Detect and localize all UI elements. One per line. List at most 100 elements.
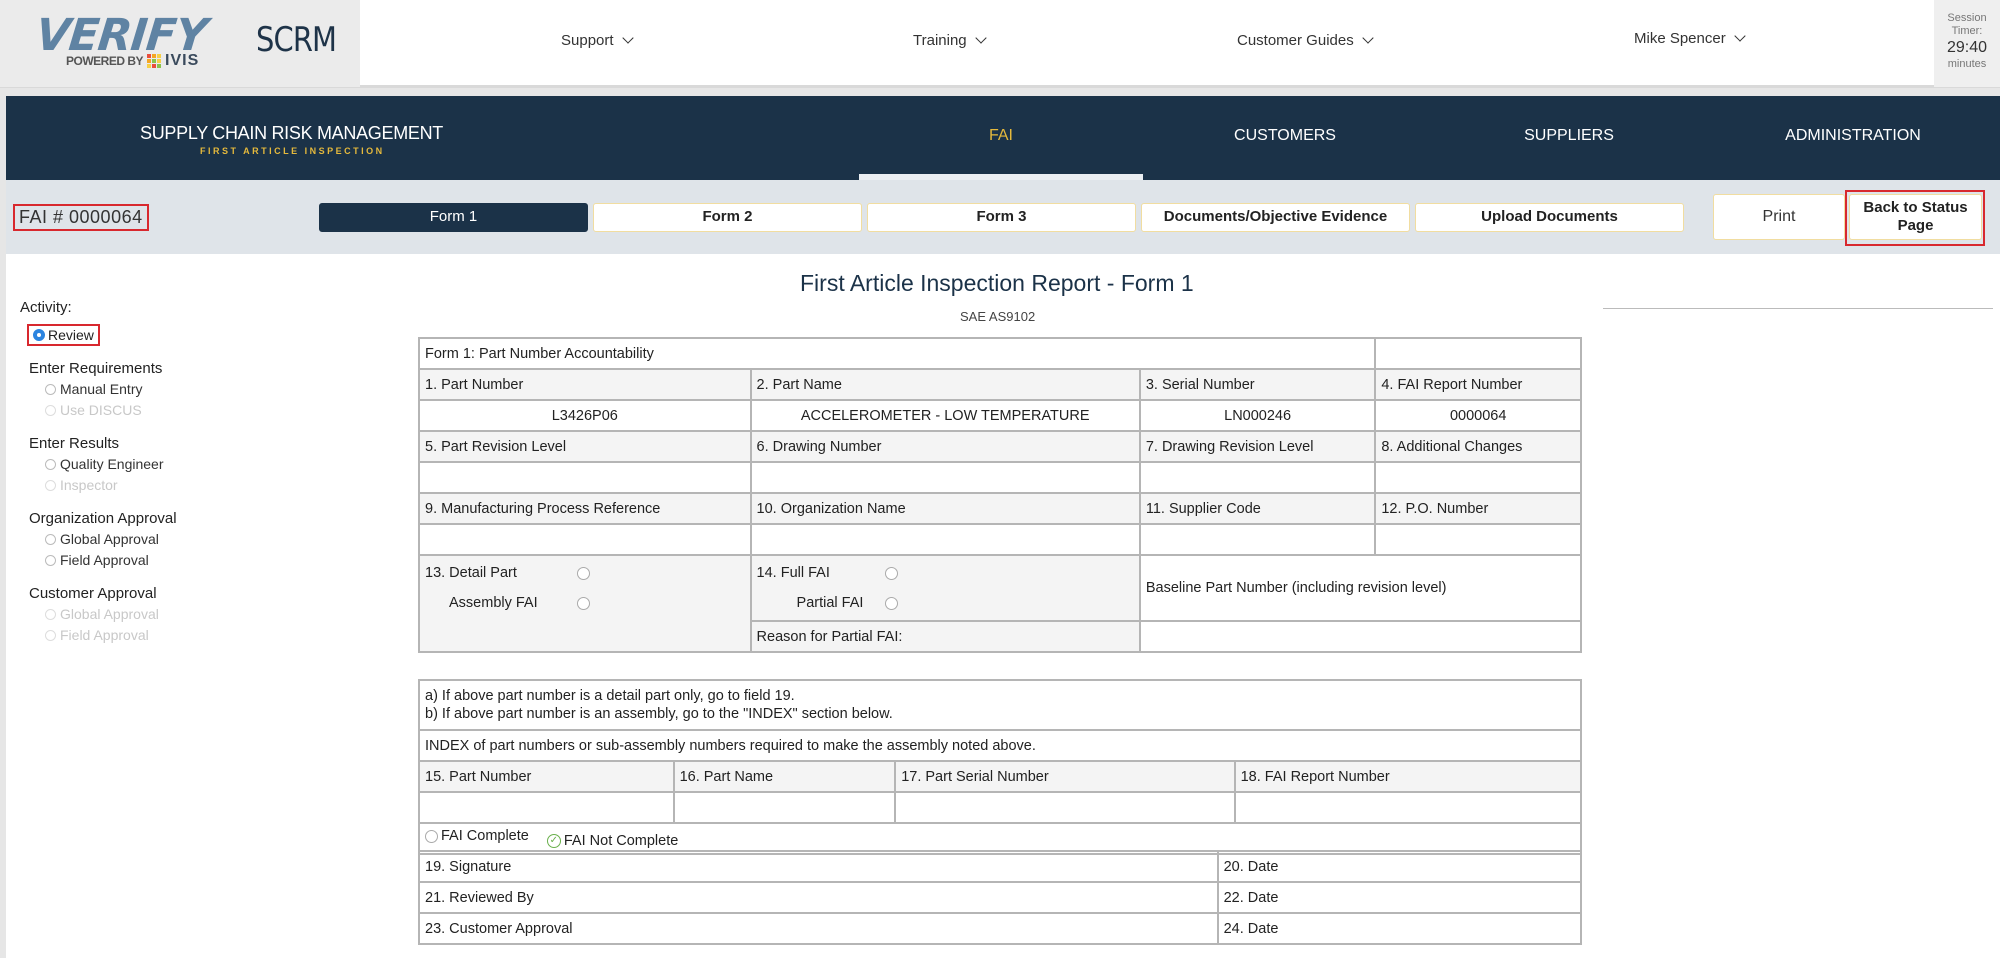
brand-title: SUPPLY CHAIN RISK MANAGEMENT: [140, 123, 443, 143]
mainnav-administration[interactable]: ADMINISTRATION: [1711, 96, 1995, 180]
option-label: Global Approval: [60, 606, 159, 622]
option-inspector: Inspector: [45, 475, 260, 496]
label-supplier-code: 11. Supplier Code: [1138, 492, 1377, 525]
label-part-number: 1. Part Number: [418, 368, 752, 401]
full-fai-option[interactable]: 14. Full FAI: [757, 558, 1134, 588]
group-enter-requirements: Enter Requirements Manual Entry Use DISC…: [29, 359, 260, 421]
signature-date-field[interactable]: 20. Date: [1216, 850, 1583, 883]
topnav-customer-guides-label: Customer Guides: [1237, 32, 1354, 49]
topnav-support[interactable]: Support: [561, 32, 634, 49]
top-bar: VERIFY POWERED BY IVIS SCRM Support Trai…: [0, 0, 2000, 88]
value-drawing-revision[interactable]: [1138, 461, 1377, 494]
value-po-number[interactable]: [1374, 523, 1582, 556]
instruction-b: b) If above part number is an assembly, …: [425, 706, 893, 722]
option-label: Inspector: [60, 477, 118, 493]
value-serial-number[interactable]: LN000246: [1138, 399, 1377, 432]
customer-approval-field[interactable]: 23. Customer Approval: [418, 912, 1219, 945]
radio-icon[interactable]: [884, 566, 898, 580]
print-button[interactable]: Print: [1713, 194, 1845, 240]
value-organization-name[interactable]: [749, 523, 1141, 556]
option-quality-engineer[interactable]: Quality Engineer: [45, 454, 260, 475]
mainnav-fai[interactable]: FAI: [859, 96, 1143, 180]
value-part-revision[interactable]: [418, 461, 752, 494]
chevron-down-icon: [974, 32, 987, 44]
tab-documents[interactable]: Documents/Objective Evidence: [1141, 203, 1410, 232]
brand-subtitle: FIRST ARTICLE INSPECTION: [200, 146, 385, 156]
reviewed-date-field[interactable]: 22. Date: [1216, 881, 1583, 914]
option-manual-entry[interactable]: Manual Entry: [45, 379, 260, 400]
session-label-2: Timer:: [1951, 25, 1983, 37]
report-subtitle: SAE AS9102: [960, 309, 1036, 324]
ivis-text: IVIS: [165, 52, 200, 69]
customer-approval-date-field[interactable]: 24. Date: [1216, 912, 1583, 945]
baseline-part-number-label: Baseline Part Number (including revision…: [1138, 554, 1583, 622]
radio-selected-icon: [33, 329, 45, 341]
form-toolbar: FAI # 0000064 Form 1 Form 2 Form 3 Docum…: [6, 180, 2000, 254]
topnav-customer-guides[interactable]: Customer Guides: [1237, 32, 1374, 49]
label-fai-report-number: 4. FAI Report Number: [1374, 368, 1582, 401]
form1-table: Form 1: Part Number Accountability 1. Pa…: [417, 337, 1583, 653]
reviewed-by-field[interactable]: 21. Reviewed By: [418, 881, 1219, 914]
detail-part-option[interactable]: 13. Detail Part: [425, 558, 745, 588]
option-label: Field Approval: [60, 552, 149, 568]
group-customer-approval: Customer Approval Global Approval Field …: [29, 584, 260, 646]
session-timer: Session Timer: 29:40 minutes: [1934, 0, 2000, 87]
review-radio[interactable]: Review: [27, 324, 100, 346]
group-title: Customer Approval: [29, 585, 157, 602]
radio-icon[interactable]: [577, 596, 590, 610]
back-label-1: Back to Status: [1863, 199, 1968, 216]
mainnav-suppliers[interactable]: SUPPLIERS: [1427, 96, 1711, 180]
user-name: Mike Spencer: [1634, 30, 1726, 47]
index-cell[interactable]: [672, 791, 897, 824]
content-area: Activity: Review Enter Requirements Manu…: [6, 254, 2000, 958]
value-fai-report-number[interactable]: 0000064: [1374, 399, 1582, 432]
index-cell[interactable]: [894, 791, 1236, 824]
signoff-row: 19. Signature 20. Date: [418, 850, 1583, 883]
radio-icon[interactable]: [884, 596, 898, 610]
tab-form-3[interactable]: Form 3: [867, 203, 1136, 232]
tab-form-2[interactable]: Form 2: [593, 203, 862, 232]
label-part-name: 2. Part Name: [749, 368, 1141, 401]
radio-icon[interactable]: [577, 566, 590, 580]
fai-complete-option[interactable]: FAI Complete: [425, 828, 529, 844]
user-menu[interactable]: Mike Spencer: [1634, 30, 1746, 47]
tab-form-1[interactable]: Form 1: [319, 203, 588, 232]
tab-upload-documents[interactable]: Upload Documents: [1415, 203, 1684, 232]
signoff-table: 19. Signature 20. Date 21. Reviewed By 2…: [418, 850, 1583, 945]
check-circle-icon: ✓: [546, 833, 561, 848]
assembly-fai-label: Assembly FAI: [449, 595, 538, 611]
radio-icon: [45, 555, 56, 566]
option-label: Use DISCUS: [60, 402, 142, 418]
partial-fai-option[interactable]: Partial FAI: [757, 588, 1134, 618]
signature-field[interactable]: 19. Signature: [418, 850, 1219, 883]
label-organization-name: 10. Organization Name: [749, 492, 1141, 525]
baseline-part-number-value[interactable]: [1138, 620, 1583, 653]
label-part-revision: 5. Part Revision Level: [418, 430, 752, 463]
back-to-status-button[interactable]: Back to Status Page: [1849, 194, 1982, 240]
activity-label: Activity:: [20, 299, 72, 316]
value-drawing-number[interactable]: [749, 461, 1141, 494]
option-org-global-approval[interactable]: Global Approval: [45, 529, 260, 550]
part-type-cell: 13. Detail Part Assembly FAI: [418, 554, 752, 653]
index-col-part-number: 15. Part Number: [418, 760, 675, 793]
powered-by-text: POWERED BY: [66, 54, 144, 68]
index-col-serial-number: 17. Part Serial Number: [894, 760, 1236, 793]
index-cell[interactable]: [1233, 791, 1583, 824]
mainnav-customers[interactable]: CUSTOMERS: [1143, 96, 1427, 180]
label-drawing-number: 6. Drawing Number: [749, 430, 1141, 463]
review-label: Review: [48, 327, 94, 343]
radio-icon: [45, 609, 56, 620]
option-org-field-approval[interactable]: Field Approval: [45, 550, 260, 571]
topnav-training[interactable]: Training: [913, 32, 987, 49]
fai-number: FAI # 0000064: [13, 204, 149, 231]
fai-not-complete-option[interactable]: ✓ FAI Not Complete: [546, 833, 678, 849]
value-additional-changes[interactable]: [1374, 461, 1582, 494]
report-title: First Article Inspection Report - Form 1: [800, 270, 1194, 296]
value-part-number[interactable]: L3426P06: [418, 399, 752, 432]
value-part-name[interactable]: ACCELEROMETER - LOW TEMPERATURE: [749, 399, 1141, 432]
value-supplier-code[interactable]: [1138, 523, 1377, 556]
assembly-fai-option[interactable]: Assembly FAI: [425, 588, 745, 618]
index-cell[interactable]: [418, 791, 675, 824]
group-organization-approval: Organization Approval Global Approval Fi…: [29, 509, 260, 571]
value-mfg-process-ref[interactable]: [418, 523, 752, 556]
